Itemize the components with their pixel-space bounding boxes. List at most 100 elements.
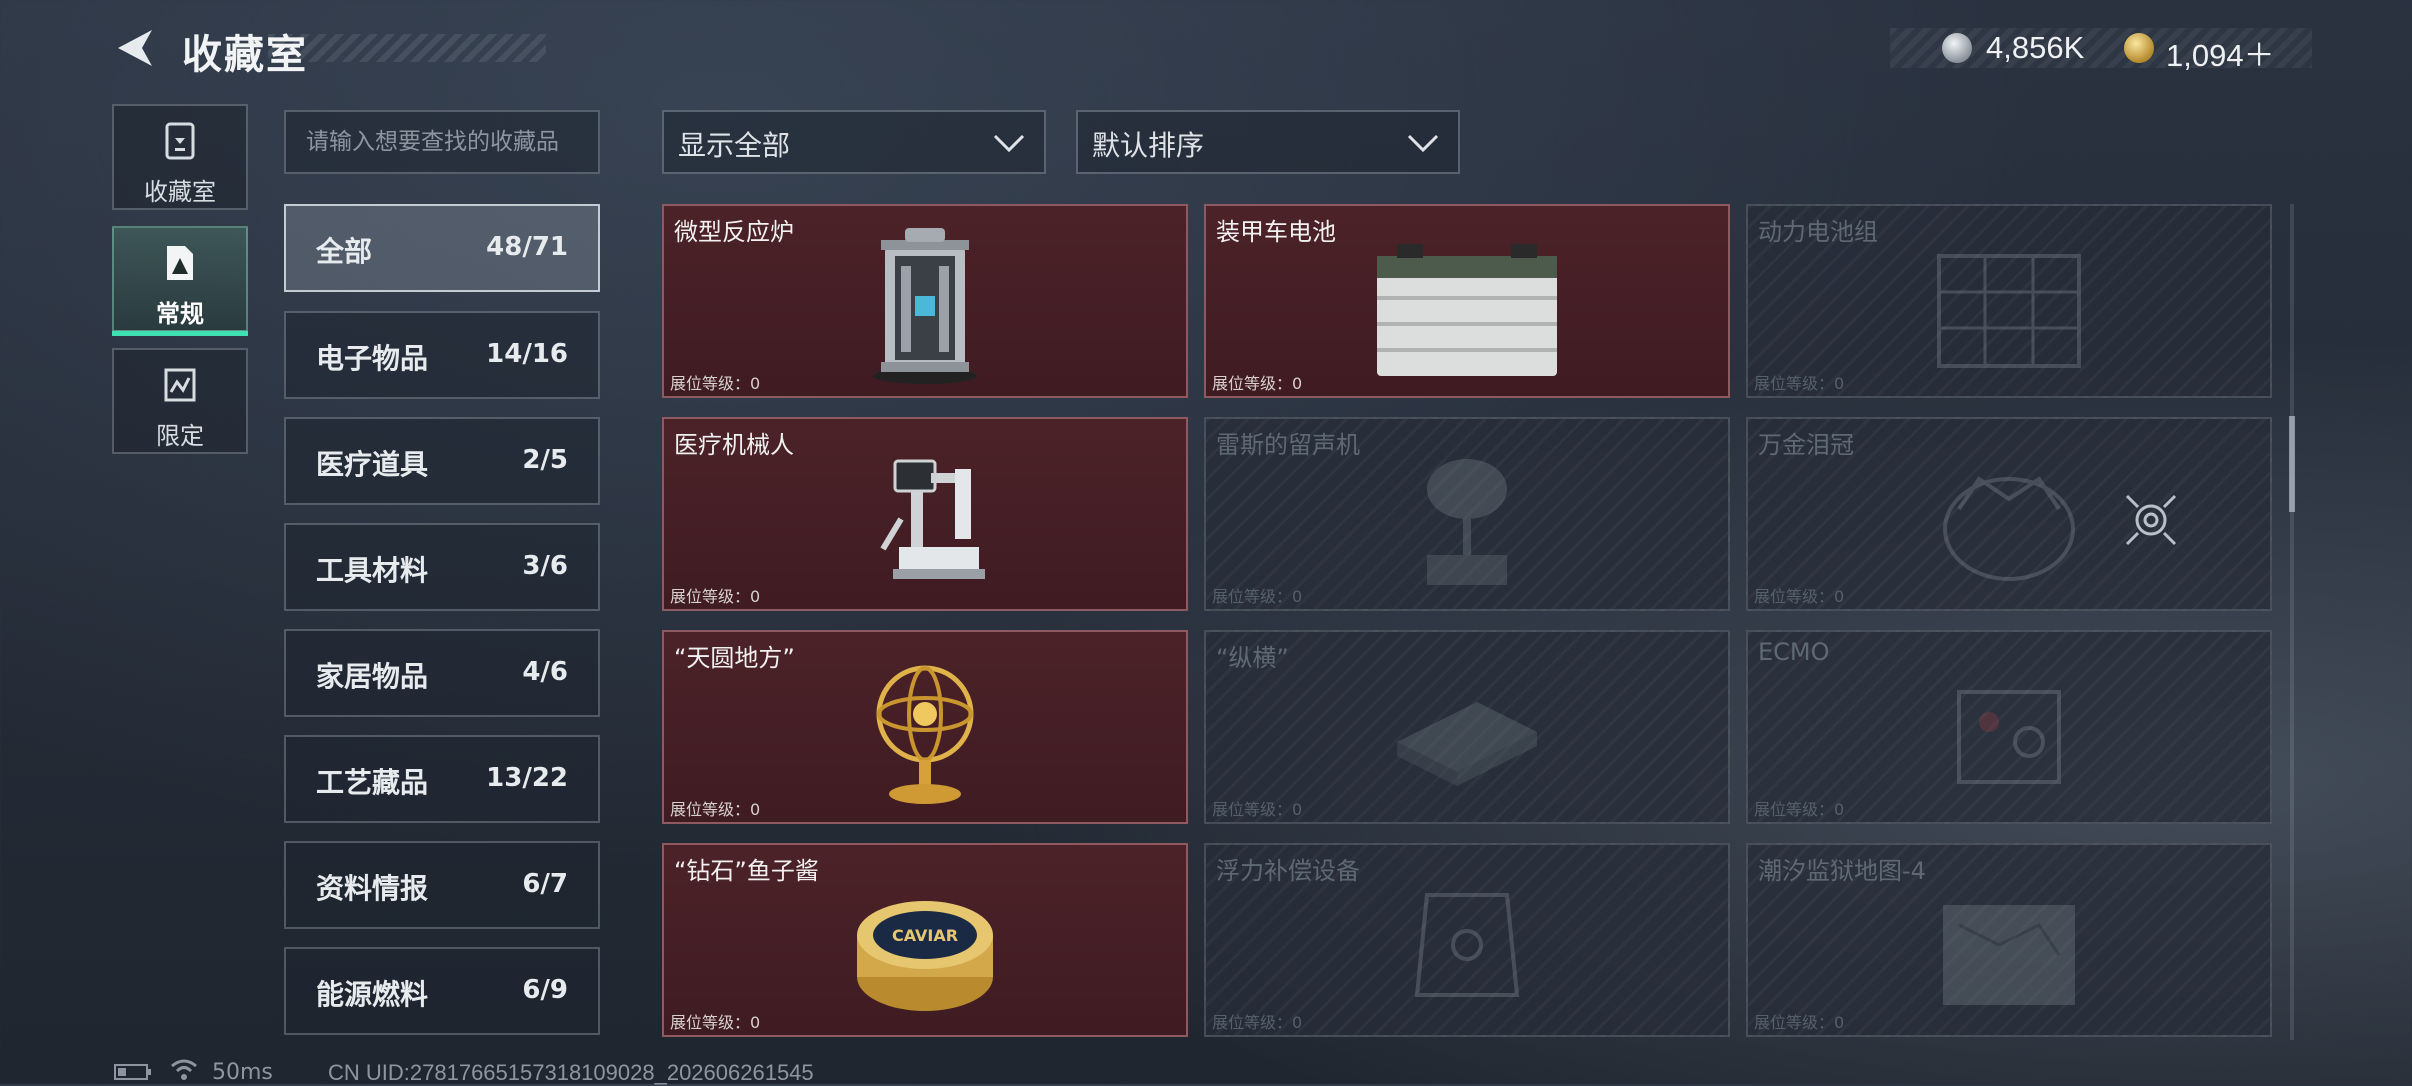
battery-icon <box>1377 244 1557 376</box>
locate-target-icon[interactable] <box>2124 493 2178 547</box>
booth-level: 展位等级：0 <box>670 374 761 393</box>
category-count: 2/5 <box>522 445 568 475</box>
category-label: 电子物品 <box>316 342 429 375</box>
booth-level: 展位等级：0 <box>1754 587 1845 606</box>
title-decoration <box>268 34 546 62</box>
silver-amount: 4,856K <box>1986 30 2085 65</box>
ping-text: 50ms <box>212 1060 273 1085</box>
item-card[interactable]: ECMO 展位等级：0 <box>1746 630 2272 824</box>
scrollbar-track[interactable] <box>2290 204 2294 1040</box>
display-filter-dropdown[interactable]: 显示全部 <box>662 110 1046 174</box>
category-count: 48/71 <box>486 232 568 262</box>
back-button[interactable] <box>112 26 158 72</box>
category-count: 13/22 <box>486 763 568 793</box>
category-label: 能源燃料 <box>316 978 429 1011</box>
limited-collection-icon <box>164 368 196 402</box>
armillary-sphere-icon <box>876 665 974 804</box>
item-card[interactable]: 动力电池组 展位等级：0 <box>1746 204 2272 398</box>
phonograph-icon <box>1427 459 1507 585</box>
search-input[interactable] <box>284 110 600 174</box>
item-name: ECMO <box>1758 638 1830 666</box>
vault-icon <box>165 122 195 160</box>
nav-regular[interactable]: 常规 <box>112 226 248 336</box>
item-card[interactable]: “纵横” 展位等级：0 <box>1204 630 1730 824</box>
ecmo-icon <box>1957 690 2061 784</box>
item-card[interactable]: 装甲车电池 展位等级：0 <box>1204 204 1730 398</box>
crown-icon <box>1943 476 2075 581</box>
category-crafts[interactable]: 工艺藏品 13/22 <box>284 735 600 823</box>
item-card[interactable]: 潮汐监狱地图-4 展位等级：0 <box>1746 843 2272 1037</box>
booth-level: 展位等级：0 <box>670 800 761 819</box>
caviar-tin-icon: CAVIAR <box>857 901 993 1011</box>
bcd-vest-icon <box>1414 893 1520 997</box>
item-name: 万金泪冠 <box>1758 431 1854 459</box>
item-card[interactable]: 雷斯的留声机 展位等级：0 <box>1204 417 1730 611</box>
category-count: 6/9 <box>522 975 568 1005</box>
silver-coin-icon <box>1942 33 1972 63</box>
nav-vault[interactable]: 收藏室 <box>112 104 248 210</box>
booth-level: 展位等级：0 <box>1212 1013 1303 1032</box>
item-name: 装甲车电池 <box>1216 218 1336 246</box>
booth-level: 展位等级：0 <box>1754 800 1845 819</box>
item-name: “天圆地方” <box>674 644 795 672</box>
booth-level: 展位等级：0 <box>1754 1013 1845 1032</box>
category-label: 家居物品 <box>316 660 429 693</box>
uid-text: CN UID:27817665157318109028_202606261545 <box>328 1060 814 1085</box>
scrollbar-thumb[interactable] <box>2289 416 2295 512</box>
category-label: 全部 <box>316 235 373 268</box>
booth-level: 展位等级：0 <box>1754 374 1845 393</box>
category-label: 工具材料 <box>316 554 429 587</box>
medical-robot-icon <box>880 459 985 579</box>
category-fuel[interactable]: 能源燃料 6/9 <box>284 947 600 1035</box>
item-card[interactable]: “钻石”鱼子酱 CAVIAR 展位等级：0 <box>662 843 1188 1037</box>
battery-status-icon <box>114 1064 151 1080</box>
category-all[interactable]: 全部 48/71 <box>284 204 600 292</box>
item-card[interactable]: 微型反应炉 展位等级：0 <box>662 204 1188 398</box>
item-name: 雷斯的留声机 <box>1216 431 1360 459</box>
item-card[interactable]: 万金泪冠 展位等级：0 <box>1746 417 2272 611</box>
chevron-down-icon <box>993 134 1025 153</box>
category-medical[interactable]: 医疗道具 2/5 <box>284 417 600 505</box>
category-household[interactable]: 家居物品 4/6 <box>284 629 600 717</box>
item-name: “纵横” <box>1216 644 1289 672</box>
chessboard-icon <box>1397 702 1537 786</box>
gold-amount[interactable]: 1,094＋ <box>2166 30 2275 75</box>
booth-level: 展位等级：0 <box>670 587 761 606</box>
currency-bar: 4,856K 1,094＋ <box>1890 28 2312 73</box>
chevron-down-icon <box>1407 134 1439 153</box>
battery-pack-icon <box>1937 254 2081 368</box>
display-filter-label: 显示全部 <box>678 129 791 162</box>
item-card[interactable]: 浮力补偿设备 展位等级：0 <box>1204 843 1730 1037</box>
category-electronics[interactable]: 电子物品 14/16 <box>284 311 600 399</box>
category-label: 工艺藏品 <box>316 766 429 799</box>
item-name: 医疗机械人 <box>674 431 794 459</box>
item-card[interactable]: “天圆地方” 展位等级：0 <box>662 630 1188 824</box>
item-name: “钻石”鱼子酱 <box>674 857 819 885</box>
item-card[interactable]: 医疗机械人 展位等级：0 <box>662 417 1188 611</box>
gold-coin-icon <box>2124 33 2154 63</box>
caviar-lid-label: CAVIAR <box>892 926 958 945</box>
nav-limited-label: 限定 <box>156 422 204 450</box>
category-count: 3/6 <box>522 551 568 581</box>
sort-label: 默认排序 <box>1092 129 1205 162</box>
category-count: 14/16 <box>486 339 568 369</box>
wifi-icon <box>171 1059 197 1080</box>
category-tools[interactable]: 工具材料 3/6 <box>284 523 600 611</box>
booth-level: 展位等级：0 <box>1212 374 1303 393</box>
back-arrow-icon <box>118 30 152 66</box>
booth-level: 展位等级：0 <box>1212 587 1303 606</box>
item-name: 动力电池组 <box>1758 218 1878 246</box>
item-name: 浮力补偿设备 <box>1216 857 1360 885</box>
reactor-icon <box>873 228 977 384</box>
item-name: 微型反应炉 <box>674 218 794 246</box>
category-label: 资料情报 <box>316 872 429 905</box>
regular-collection-icon <box>167 246 193 280</box>
booth-level: 展位等级：0 <box>1212 800 1303 819</box>
category-count: 4/6 <box>522 657 568 687</box>
category-intel[interactable]: 资料情报 6/7 <box>284 841 600 929</box>
item-name: 潮汐监狱地图-4 <box>1758 857 1926 885</box>
category-count: 6/7 <box>522 869 568 899</box>
nav-limited[interactable]: 限定 <box>112 348 248 454</box>
sort-dropdown[interactable]: 默认排序 <box>1076 110 1460 174</box>
nav-vault-label: 收藏室 <box>144 178 216 206</box>
